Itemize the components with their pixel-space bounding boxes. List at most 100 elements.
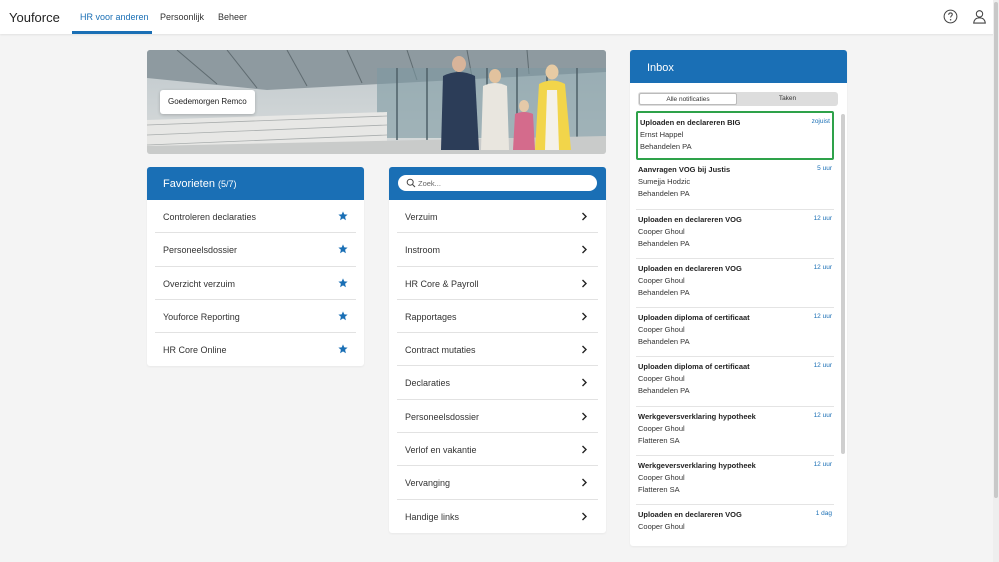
inbox-item-time: 12 uur: [813, 263, 832, 271]
chevron-right-icon: [582, 412, 587, 421]
inbox-item-title: Uploaden diploma of certificaat: [638, 313, 750, 323]
menu-item-handige-links[interactable]: Handige links: [397, 500, 598, 533]
menu-item-vervanging[interactable]: Vervanging: [397, 466, 598, 500]
inbox-item[interactable]: Uploaden diploma of certificaat 12 uur C…: [636, 308, 834, 358]
menu-panel: Verzuim Instroom HR Core & Payroll Rappo…: [389, 167, 606, 533]
inbox-item[interactable]: Uploaden diploma of certificaat 12 uur C…: [636, 357, 834, 407]
favorites-header: Favorieten (5/7): [147, 167, 364, 200]
inbox-item-person: Sumejja Hodzic: [638, 177, 691, 187]
chevron-right-icon: [582, 345, 587, 354]
menu-item-personeelsdossier[interactable]: Personeelsdossier: [397, 400, 598, 434]
menu-item-label: Contract mutaties: [405, 345, 476, 356]
inbox-item-title: Aanvragen VOG bij Justis: [638, 165, 731, 175]
menu-item-label: Declaraties: [405, 378, 451, 389]
inbox-item-person: Cooper Ghoul: [638, 275, 685, 285]
inbox-item-person: Cooper Ghoul: [638, 374, 685, 384]
inbox-item-time: 12 uur: [813, 214, 832, 222]
inbox-item-time: 12 uur: [813, 461, 832, 469]
inbox-item-title: Uploaden en declareren VOG: [638, 510, 742, 520]
favorite-item-label: Personeelsdossier: [163, 245, 238, 256]
inbox-item-time: 5 uur: [817, 165, 832, 173]
inbox-item-task: Behandelen PA: [638, 287, 690, 297]
menu-item-verlof-en-vakantie[interactable]: Verlof en vakantie: [397, 433, 598, 467]
inbox-item-person: Cooper Ghoul: [638, 473, 685, 483]
star-icon[interactable]: [338, 311, 348, 321]
inbox-item[interactable]: Uploaden en declareren VOG 12 uur Cooper…: [636, 210, 834, 259]
top-bar: Youforce HR voor anderen Persoonlijk Beh…: [0, 0, 999, 34]
inbox-item-task: Behandelen PA: [638, 337, 690, 347]
app-brand[interactable]: Youforce: [9, 10, 60, 25]
inbox-item-title: Uploaden en declareren VOG: [638, 214, 742, 224]
inbox-item-time: zojuist: [811, 118, 830, 125]
favorites-panel: Favorieten (5/7) Controleren declaraties…: [147, 167, 364, 366]
menu-item-verzuim[interactable]: Verzuim: [397, 200, 598, 234]
tab-taken[interactable]: Taken: [738, 93, 837, 105]
menu-item-label: Instroom: [405, 245, 441, 256]
help-icon[interactable]: [943, 9, 958, 24]
inbox-filter-toggle: Alle notificaties Taken: [638, 92, 838, 106]
inbox-item-person: Ernst Happel: [640, 130, 684, 139]
chevron-right-icon: [582, 245, 587, 254]
page-scrollbar[interactable]: [993, 0, 999, 562]
greeting-badge: Goedemorgen Remco: [160, 90, 255, 114]
favorite-item[interactable]: Overzicht verzuim: [155, 267, 356, 300]
menu-item-label: Rapportages: [405, 311, 457, 322]
favorite-item-label: Overzicht verzuim: [163, 278, 236, 289]
menu-item-label: Handige links: [405, 511, 460, 522]
star-icon[interactable]: [338, 277, 348, 288]
tab-hr-voor-anderen[interactable]: HR voor anderen: [80, 12, 149, 22]
chevron-right-icon: [582, 478, 587, 487]
inbox-item-task: Behandelen PA: [638, 238, 690, 248]
inbox-item-person: Cooper Ghoul: [638, 226, 685, 236]
inbox-item-person: Cooper Ghoul: [638, 423, 685, 433]
chevron-right-icon: [582, 279, 587, 288]
inbox-item[interactable]: Aanvragen VOG bij Justis 5 uur Sumejja H…: [636, 160, 834, 210]
menu-item-label: Verzuim: [405, 212, 438, 222]
inbox-item-time: 12 uur: [813, 362, 832, 370]
inbox-item-time: 1 dag: [815, 510, 832, 518]
chevron-right-icon: [582, 312, 587, 321]
chevron-right-icon: [582, 445, 587, 454]
menu-item-instroom[interactable]: Instroom: [397, 233, 598, 267]
star-icon[interactable]: [338, 211, 348, 221]
chevron-right-icon: [582, 512, 587, 521]
inbox-item[interactable]: Werkgeversverklaring hypotheek 12 uur Co…: [636, 407, 834, 457]
favorite-item[interactable]: Personeelsdossier: [155, 233, 356, 267]
inbox-scrollbar[interactable]: [841, 114, 845, 454]
menu-item-rapportages[interactable]: Rapportages: [397, 300, 598, 334]
inbox-list: Uploaden en declareren BIG zojuist Ernst…: [630, 111, 840, 546]
inbox-item[interactable]: Uploaden en declareren VOG 12 uur Cooper…: [636, 259, 834, 309]
user-icon[interactable]: [972, 9, 987, 24]
inbox-item[interactable]: Werkgeversverklaring hypotheek 12 uur Co…: [636, 456, 834, 506]
inbox-item-title: Uploaden diploma of certificaat: [638, 362, 750, 372]
inbox-item-title: Werkgeversverklaring hypotheek: [638, 461, 756, 471]
search-input[interactable]: [418, 177, 588, 189]
favorite-item-label: HR Core Online: [163, 345, 227, 356]
inbox-item-title: Uploaden en declareren VOG: [638, 263, 742, 273]
favorite-item[interactable]: Youforce Reporting: [155, 300, 356, 334]
star-icon[interactable]: [338, 244, 348, 254]
active-tab-indicator: [72, 31, 152, 34]
favorite-item[interactable]: HR Core Online: [155, 333, 356, 366]
tab-persoonlijk[interactable]: Persoonlijk: [160, 12, 204, 22]
inbox-title: Inbox: [647, 62, 674, 74]
inbox-item-title: Uploaden en declareren BIG: [640, 118, 741, 127]
menu-item-label: Verlof en vakantie: [405, 445, 477, 456]
favorite-item[interactable]: Controleren declaraties: [155, 200, 356, 234]
inbox-item-time: 12 uur: [813, 313, 832, 321]
tab-beheer[interactable]: Beheer: [218, 12, 247, 22]
inbox-item[interactable]: Uploaden en declareren BIG zojuist Ernst…: [636, 111, 834, 161]
inbox-item[interactable]: Uploaden en declareren VOG 1 dag Cooper …: [636, 505, 834, 546]
chevron-right-icon: [582, 378, 587, 387]
favorites-list: Controleren declaraties Personeelsdossie…: [147, 200, 364, 366]
inbox-item-task: Behandelen PA: [638, 386, 690, 396]
tab-alle-notificaties[interactable]: Alle notificaties: [639, 93, 737, 105]
chevron-right-icon: [582, 212, 587, 221]
inbox-item-person: Cooper Ghoul: [638, 325, 685, 335]
menu-item-contract-mutaties[interactable]: Contract mutaties: [397, 333, 598, 367]
inbox-panel: Inbox Alle notificaties Taken Uploaden e…: [630, 50, 847, 546]
menu-item-hr-core-payroll[interactable]: HR Core & Payroll: [397, 267, 598, 300]
search-box[interactable]: [398, 175, 597, 191]
star-icon[interactable]: [338, 344, 348, 354]
menu-item-declaraties[interactable]: Declaraties: [397, 366, 598, 400]
